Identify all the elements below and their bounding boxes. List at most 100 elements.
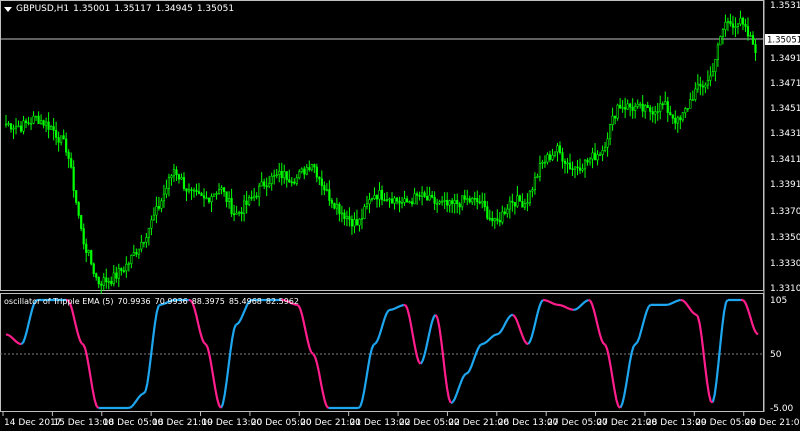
candle-body [556,145,559,153]
candle-body [182,177,186,189]
candle-body [709,75,712,81]
candle-body [273,174,276,177]
candle-body [410,201,414,205]
candle-body [130,255,133,264]
candle-body [268,183,271,187]
candle-body [152,214,155,221]
candle-body [423,192,426,197]
candle-body [145,237,148,243]
candle-body [674,117,677,124]
candle-body [403,198,406,203]
candle-body [77,202,80,216]
candle-body [566,162,569,165]
candle-body [320,178,323,186]
candle-body [127,263,130,265]
candle-body [308,167,311,171]
candle-body [506,208,509,214]
candle-body [548,154,552,160]
candle-body [365,203,369,207]
candle-body [225,191,228,202]
candle-body [328,189,331,201]
candle-body [243,200,246,214]
candle-body [120,268,123,271]
candle-body [338,203,341,214]
candle-body [636,103,639,107]
candle-body [679,117,682,121]
candle-body [12,127,15,130]
candle-body [436,202,439,205]
candle-body [546,154,549,163]
candle-body [250,196,253,199]
candle-body [511,200,514,203]
candle-body [373,195,376,199]
candle-body [641,103,644,112]
candle-body [305,167,308,175]
candle-body [684,108,687,114]
candle-body [626,103,629,110]
candle-body [634,106,637,111]
candle-body [428,194,431,201]
candle-body [649,107,652,112]
candle-body [576,166,579,169]
candle-body [4,123,8,126]
chart-background [0,0,800,431]
candle-body [468,198,471,203]
candle-body [24,120,28,123]
candle-body [47,121,50,130]
candle-body [45,121,48,126]
candle-body [646,105,649,108]
candle-body [175,169,178,175]
candle-body [222,187,226,193]
candle-body [230,198,233,215]
candle-body [498,220,501,223]
candle-body [486,206,489,219]
candle-body [721,29,725,37]
oscillator-name: oscillator of Tripple EMA (5) [4,297,114,306]
candle-body [263,181,266,187]
ohlc-low: 1.34945 [155,4,193,14]
candle-body [150,219,153,229]
candle-body [415,193,419,196]
trading-chart[interactable]: 1.35315 1.34910 1.34710 1.34510 1.34310 … [0,0,800,431]
candle-body [202,195,206,199]
candle-body [278,170,281,175]
candle-body [593,152,597,161]
osc-value: 88.3975 [191,297,225,306]
candle-body [285,171,288,181]
candle-body [561,152,564,162]
chevron-down-icon[interactable] [4,6,12,12]
candle-body [746,26,750,37]
candle-body [438,201,441,204]
candle-body [639,103,642,106]
candle-body [260,181,263,187]
candle-body [724,21,727,30]
candle-body [456,200,459,205]
candle-body [310,164,313,171]
candle-body [300,168,303,173]
candle-body [501,211,504,223]
candle-body [676,117,679,124]
candle-body [22,120,25,132]
candle-body [483,200,486,208]
price-tick: 1.34710 [770,79,800,89]
candle-body [117,268,120,279]
candle-body [751,35,755,45]
candle-body [217,189,221,194]
candle-body [325,189,328,191]
candle-body [413,193,416,205]
candle-body [691,99,694,101]
osc-value: 70.9936 [154,297,188,306]
candle-body [82,228,85,245]
candle-body [744,23,747,27]
candle-body [62,135,65,140]
candle-body [212,193,216,197]
candle-body [298,171,301,179]
candle-body [719,36,722,46]
candle-body [177,174,181,180]
candle-body [533,177,537,191]
candle-body [481,200,484,204]
candle-body [701,85,704,88]
candle-body [581,168,584,171]
candle-body [503,211,506,214]
candle-body [75,190,78,203]
